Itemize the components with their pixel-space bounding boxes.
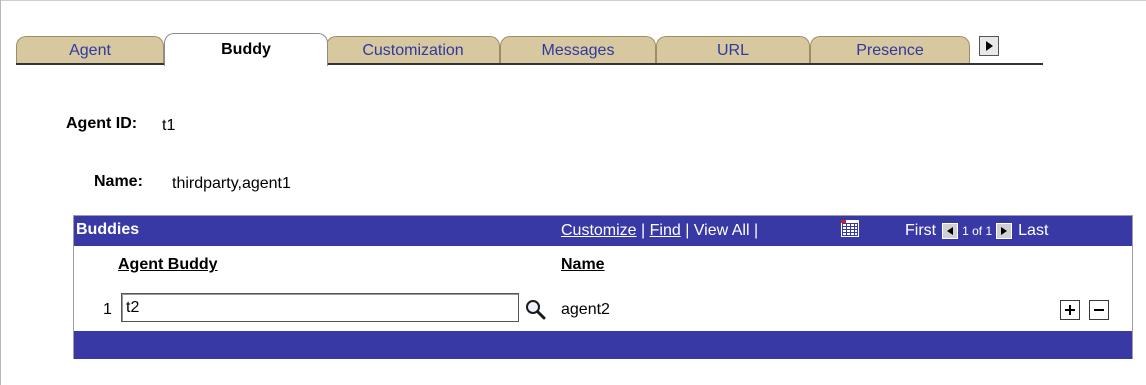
grid-download-icon[interactable]	[841, 220, 859, 237]
separator: |	[636, 222, 650, 239]
customize-link[interactable]: Customize	[561, 222, 637, 239]
tab-customization-label: Customization	[362, 41, 464, 59]
row-number: 1	[103, 301, 112, 318]
column-header-name[interactable]: Name	[561, 256, 605, 274]
tab-presence[interactable]: Presence	[810, 36, 970, 64]
window-left-border	[0, 0, 1, 385]
agent-id-value: t1	[162, 117, 176, 134]
page-info: 1 of 1	[962, 224, 993, 238]
right-arrow-icon[interactable]	[979, 36, 999, 56]
buddy-name-value: agent2	[561, 301, 610, 318]
agent-id-label: Agent ID:	[66, 115, 138, 132]
tab-messages[interactable]: Messages	[500, 36, 656, 64]
buddies-grid: Buddies Customize | Find | View All | Fi…	[73, 215, 1133, 359]
column-header-agent-buddy[interactable]: Agent Buddy	[118, 256, 218, 274]
plus-icon[interactable]	[1060, 300, 1080, 320]
previous-arrow-icon[interactable]	[942, 223, 959, 239]
magnifier-icon[interactable]	[524, 298, 546, 320]
minus-icon[interactable]	[1089, 300, 1109, 320]
separator: |	[680, 222, 694, 239]
agent-buddy-input[interactable]	[121, 293, 519, 322]
tab-bar: Agent Buddy Customization Messages URL P…	[16, 33, 1043, 66]
next-arrow-icon[interactable]	[996, 223, 1013, 239]
grid-header: Buddies Customize | Find | View All | Fi…	[74, 216, 1132, 246]
first-link[interactable]: First	[905, 222, 936, 240]
tab-customization[interactable]: Customization	[326, 36, 500, 64]
tab-agent[interactable]: Agent	[16, 36, 164, 64]
grid-footer	[74, 331, 1132, 359]
tab-presence-label: Presence	[856, 41, 924, 59]
name-value: thirdparty,agent1	[172, 175, 291, 192]
separator: |	[749, 222, 759, 239]
tab-messages-label: Messages	[541, 41, 615, 59]
tab-url-label: URL	[716, 41, 749, 59]
tab-buddy-label: Buddy	[221, 41, 271, 58]
grid-navigation: First 1 of 1 Last	[905, 222, 1048, 240]
grid-links: Customize | Find | View All |	[561, 222, 758, 240]
tab-buddy[interactable]: Buddy	[164, 33, 328, 66]
window-top-border	[0, 0, 1146, 1]
tab-url[interactable]: URL	[656, 36, 810, 64]
name-label: Name:	[94, 173, 143, 190]
grid-title: Buddies	[76, 221, 140, 238]
last-link[interactable]: Last	[1018, 222, 1048, 240]
view-all-link[interactable]: View All	[694, 222, 750, 239]
tab-agent-label: Agent	[69, 41, 111, 59]
find-link[interactable]: Find	[650, 222, 681, 239]
